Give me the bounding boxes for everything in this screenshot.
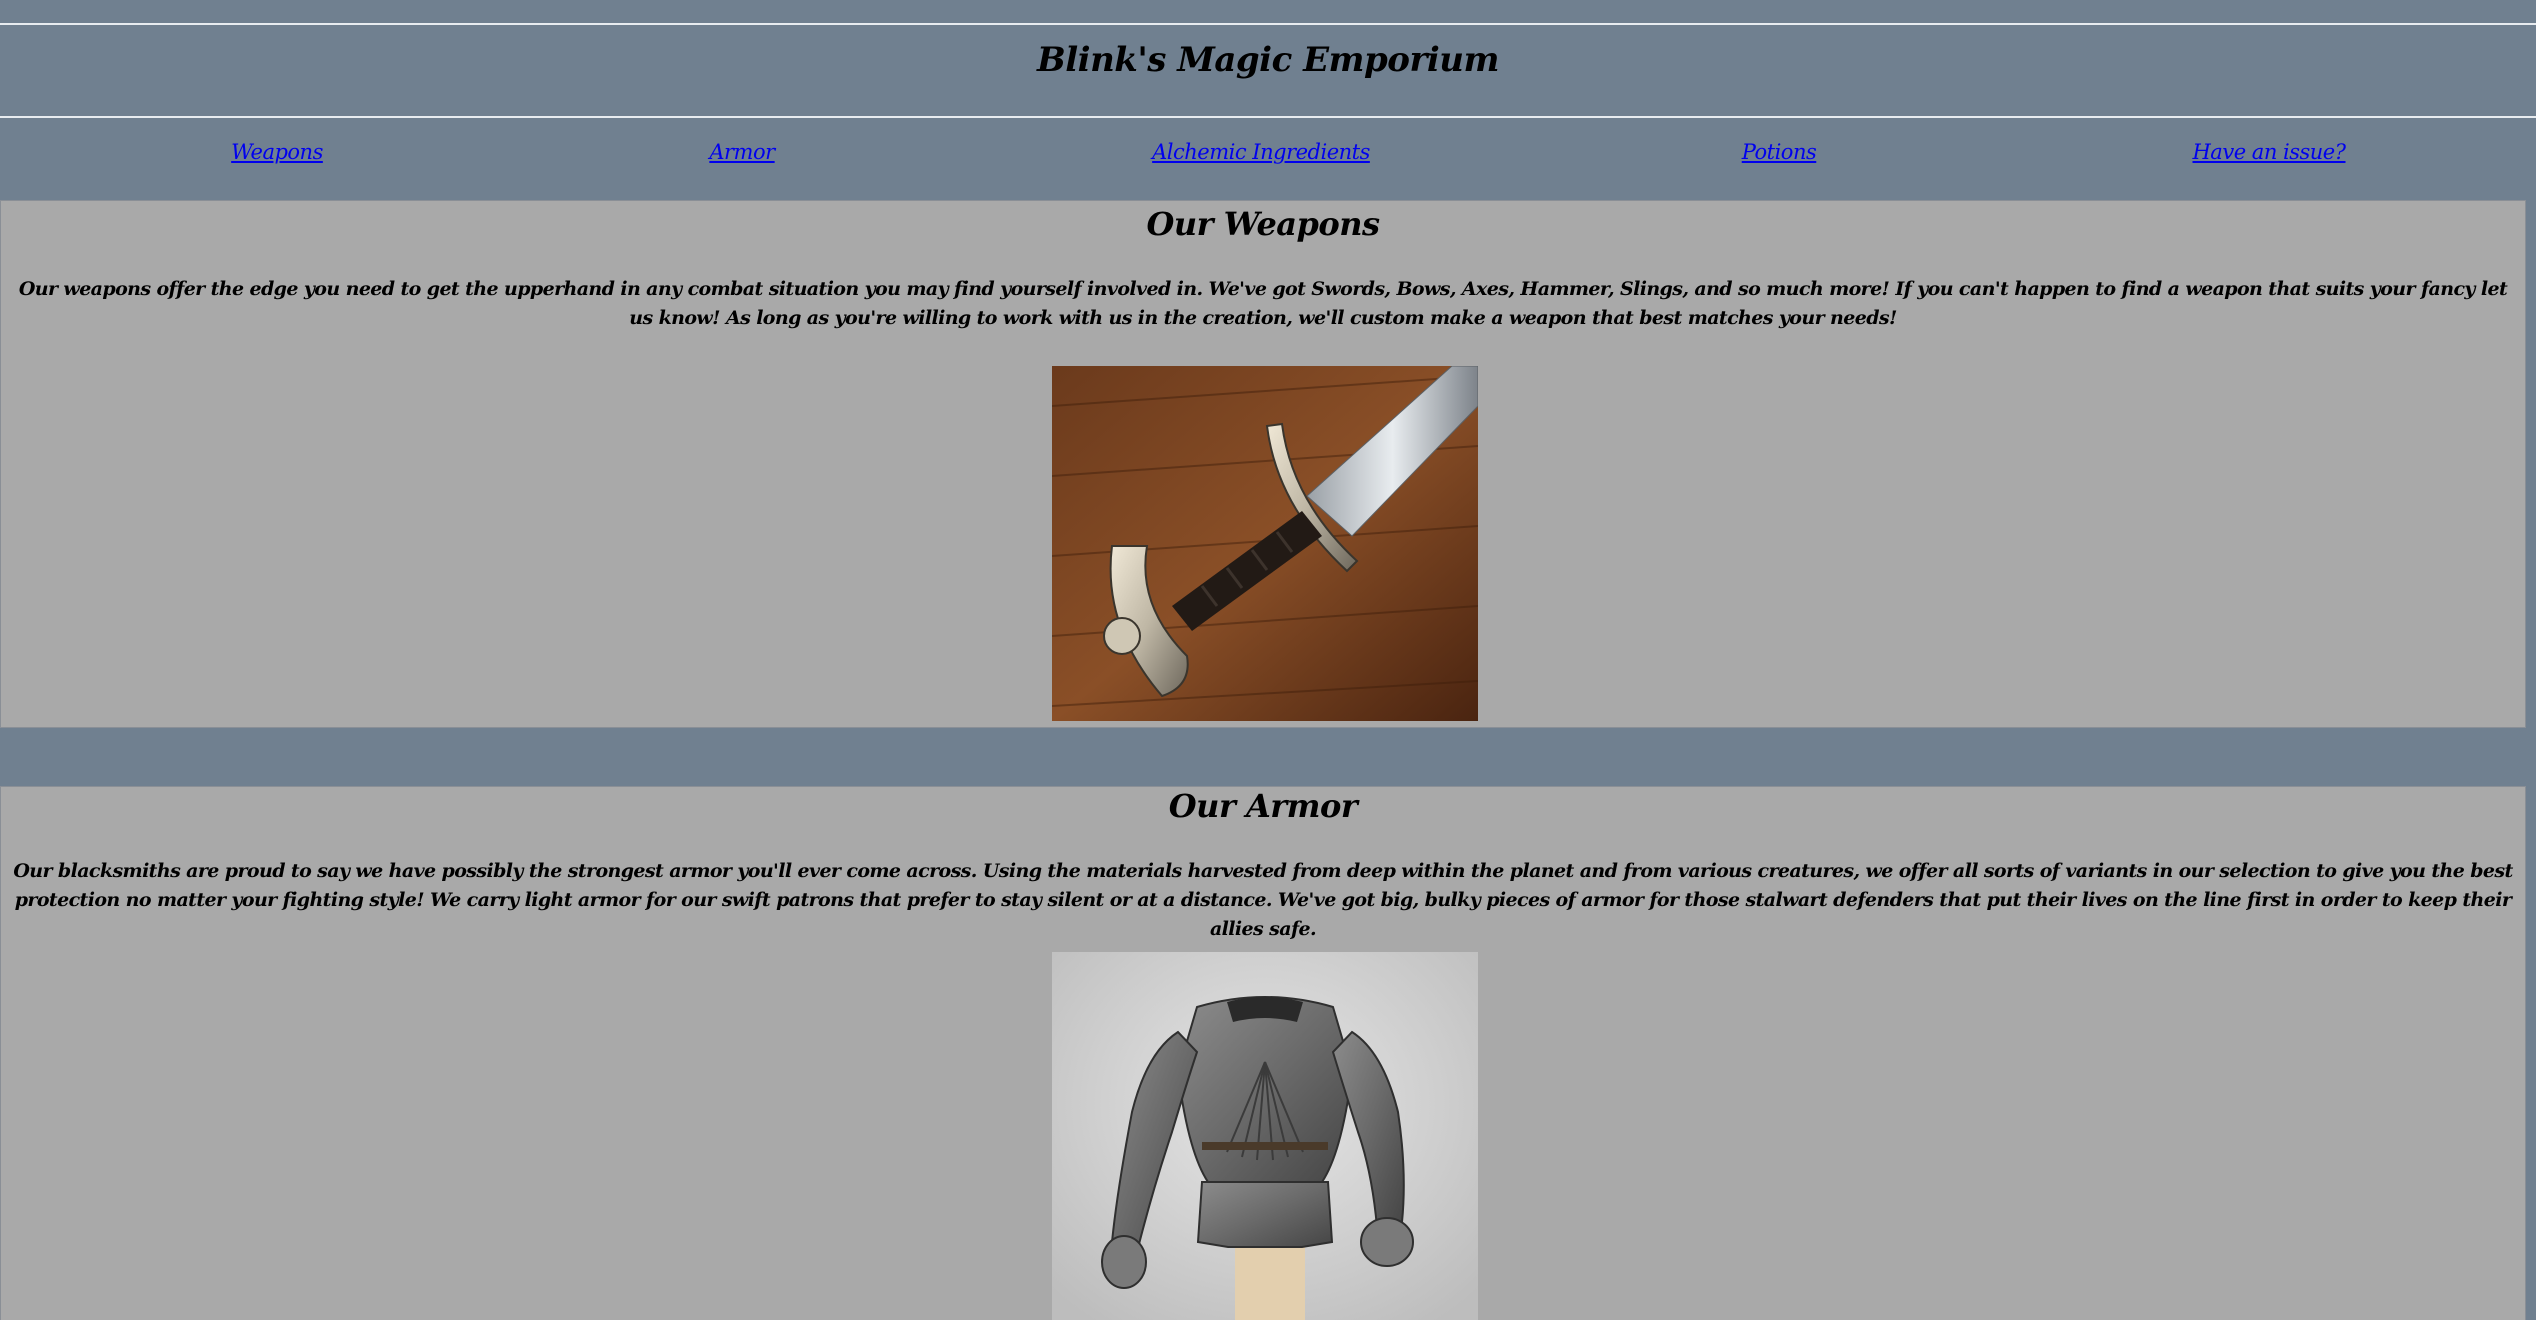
- weapons-section: Our Weapons Our weapons offer the edge y…: [0, 200, 2526, 728]
- nav-link-weapons[interactable]: Weapons: [231, 140, 323, 164]
- armor-section: Our Armor Our blacksmiths are proud to s…: [0, 786, 2526, 1320]
- weapons-heading: Our Weapons: [1146, 205, 1380, 243]
- page: Blink's Magic Emporium Weapons Armor Alc…: [0, 0, 2536, 1320]
- nav-link-have-an-issue[interactable]: Have an issue?: [2192, 140, 2346, 164]
- weapons-description: Our weapons offer the edge you need to g…: [18, 278, 2508, 329]
- armor-image: [1052, 952, 1478, 1320]
- nav-link-armor[interactable]: Armor: [709, 140, 775, 164]
- nav-link-potions[interactable]: Potions: [1742, 140, 1817, 164]
- header-top-rule: [0, 23, 2536, 25]
- header-bottom-rule: [0, 116, 2536, 118]
- sword-image: [1052, 366, 1478, 721]
- armor-heading: Our Armor: [1168, 787, 1358, 825]
- site-title: Blink's Magic Emporium: [1037, 40, 1500, 80]
- main-nav: Weapons Armor Alchemic Ingredients Potio…: [0, 140, 2536, 176]
- nav-link-alchemic-ingredients[interactable]: Alchemic Ingredients: [1152, 140, 1370, 164]
- armor-description: Our blacksmiths are proud to say we have…: [13, 860, 2513, 940]
